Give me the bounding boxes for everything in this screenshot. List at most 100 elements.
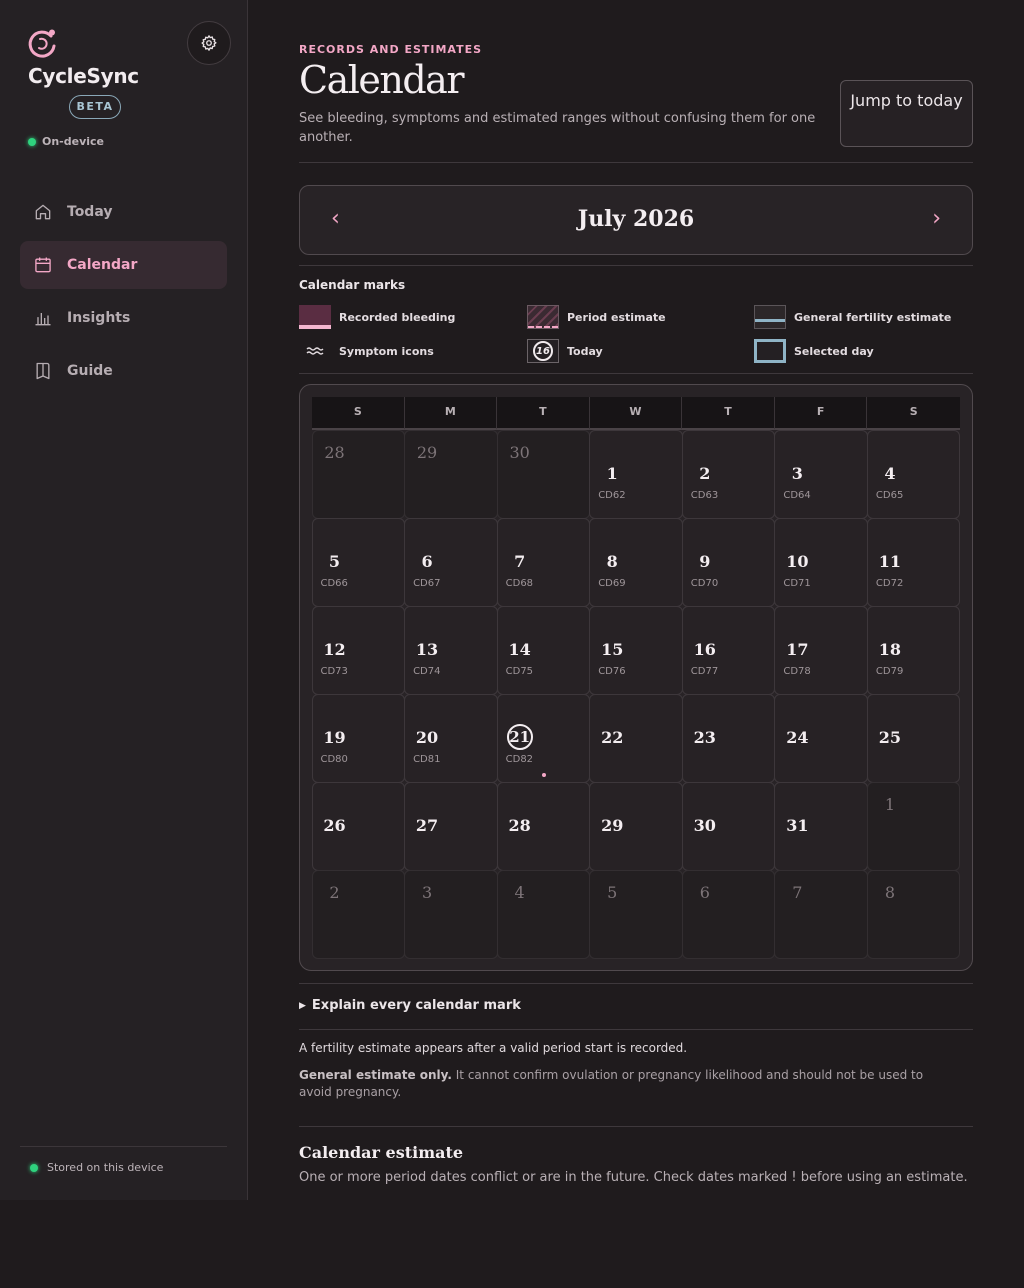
day-cell[interactable]: 8: [866, 869, 961, 959]
weekday-label: W: [589, 397, 683, 430]
day-cell[interactable]: 13 CD74: [404, 605, 498, 695]
status-dot-icon: [28, 137, 36, 146]
day-cell[interactable]: 8 CD69: [589, 517, 683, 607]
symptom-dot-icon: [541, 772, 546, 777]
day-cell[interactable]: 27: [404, 781, 498, 871]
legend-recorded-bleeding: Recorded bleeding: [299, 305, 455, 329]
day-number: 7: [514, 551, 526, 571]
home-icon: [35, 204, 51, 220]
day-cell[interactable]: 6: [681, 869, 776, 959]
day-cell[interactable]: 2 CD63: [681, 429, 776, 519]
day-cell[interactable]: 28: [311, 429, 406, 519]
cycle-day-label: CD63: [690, 489, 719, 501]
day-cell[interactable]: 24: [774, 693, 868, 783]
divider: [299, 265, 973, 266]
sidebar-item-label: Today: [67, 204, 113, 220]
day-cell[interactable]: 1: [866, 781, 961, 871]
symptom-wave-icon: [299, 339, 331, 363]
day-cell[interactable]: 19 CD80: [311, 693, 406, 783]
day-cell[interactable]: 9 CD70: [681, 517, 776, 607]
divider: [299, 1126, 973, 1127]
sidebar-item-today[interactable]: Today: [20, 188, 227, 236]
day-cell[interactable]: 23: [681, 693, 776, 783]
weekday-label: M: [404, 397, 498, 430]
legend-label: Symptom icons: [339, 344, 434, 358]
day-cell[interactable]: 7: [774, 869, 868, 959]
cycle-day-label: CD67: [413, 577, 441, 589]
selected-day-swatch: [754, 339, 786, 363]
day-number: 8: [606, 551, 618, 571]
day-number: 14: [508, 639, 531, 659]
day-cell[interactable]: 20 CD81: [404, 693, 498, 783]
day-cell[interactable]: 4: [496, 869, 591, 959]
weekday-label: F: [774, 397, 868, 430]
settings-button[interactable]: [187, 21, 231, 65]
divider: [299, 162, 973, 163]
day-cell[interactable]: 29: [404, 429, 498, 519]
month-label: July 2026: [577, 206, 695, 232]
period-estimate-swatch: [527, 305, 559, 329]
day-cell[interactable]: 25: [866, 693, 961, 783]
sidebar-nav: Today Calendar Insights Guide: [20, 188, 227, 400]
explain-marks-toggle[interactable]: ▶ Explain every calendar mark: [299, 998, 521, 1013]
day-cell[interactable]: 28: [496, 781, 591, 871]
legend-label: Selected day: [794, 344, 874, 358]
cycle-day-label: CD79: [875, 665, 904, 677]
sidebar-item-guide[interactable]: Guide: [20, 347, 227, 395]
day-cell[interactable]: 1 CD62: [589, 429, 683, 519]
cycle-day-label: CD68: [505, 577, 534, 589]
divider: [299, 373, 973, 374]
next-month-button[interactable]: ›: [932, 206, 941, 231]
day-cell[interactable]: 10 CD71: [774, 517, 868, 607]
day-cell[interactable]: 17 CD78: [774, 605, 868, 695]
day-cell[interactable]: 5 CD66: [311, 517, 406, 607]
day-cell[interactable]: 3: [404, 869, 498, 959]
cycle-day-label: CD62: [598, 489, 626, 501]
general-estimate-note: General estimate only. It cannot confirm…: [299, 1067, 959, 1101]
legend-symptom-icons: Symptom icons: [299, 339, 434, 363]
day-number: 31: [786, 815, 809, 835]
day-cell[interactable]: 22: [589, 693, 683, 783]
day-number: 26: [323, 815, 346, 835]
day-cell[interactable]: 11 CD72: [866, 517, 961, 607]
day-cell[interactable]: 7 CD68: [496, 517, 591, 607]
day-cell[interactable]: 14 CD75: [496, 605, 591, 695]
day-cell[interactable]: 6 CD67: [404, 517, 498, 607]
gear-icon: [201, 35, 217, 51]
weekday-label: S: [312, 397, 405, 430]
day-number: 15: [601, 639, 624, 659]
day-number: 29: [601, 815, 624, 835]
calendar-icon: [35, 257, 51, 273]
sidebar-item-insights[interactable]: Insights: [20, 294, 227, 342]
legend-period-estimate: Period estimate: [527, 305, 666, 329]
sidebar-item-label: Guide: [67, 363, 113, 379]
day-cell[interactable]: 3 CD64: [774, 429, 868, 519]
day-cell[interactable]: 5: [589, 869, 683, 959]
cycle-day-label: CD78: [783, 665, 811, 677]
cycle-day-label: CD82: [505, 753, 534, 765]
day-cell[interactable]: 30: [681, 781, 776, 871]
day-number: 13: [415, 639, 439, 659]
jump-to-today-button[interactable]: Jump to today: [840, 80, 973, 147]
day-number: 1: [884, 794, 896, 814]
weekday-header: SMTWTFS: [312, 397, 960, 430]
on-device-status: On-device: [28, 135, 104, 148]
cycle-day-label: CD66: [320, 577, 348, 589]
day-number: 11: [878, 551, 902, 571]
day-cell[interactable]: 16 CD77: [681, 605, 776, 695]
day-cell[interactable]: 31: [774, 781, 868, 871]
legend-title: Calendar marks: [299, 278, 406, 292]
sidebar-item-calendar[interactable]: Calendar: [20, 241, 227, 289]
day-cell[interactable]: 15 CD76: [589, 605, 683, 695]
day-number: 9: [699, 551, 711, 571]
day-cell[interactable]: 26: [311, 781, 406, 871]
day-cell[interactable]: 30: [496, 429, 591, 519]
day-number: 8: [884, 882, 896, 902]
day-cell[interactable]: 18 CD79: [866, 605, 961, 695]
day-cell[interactable]: 4 CD65: [866, 429, 961, 519]
day-cell[interactable]: 2: [311, 869, 406, 959]
day-cell-today[interactable]: 21 CD82: [496, 693, 591, 783]
cycle-day-label: CD70: [690, 577, 719, 589]
day-cell[interactable]: 29: [589, 781, 683, 871]
day-cell[interactable]: 12 CD73: [311, 605, 406, 695]
